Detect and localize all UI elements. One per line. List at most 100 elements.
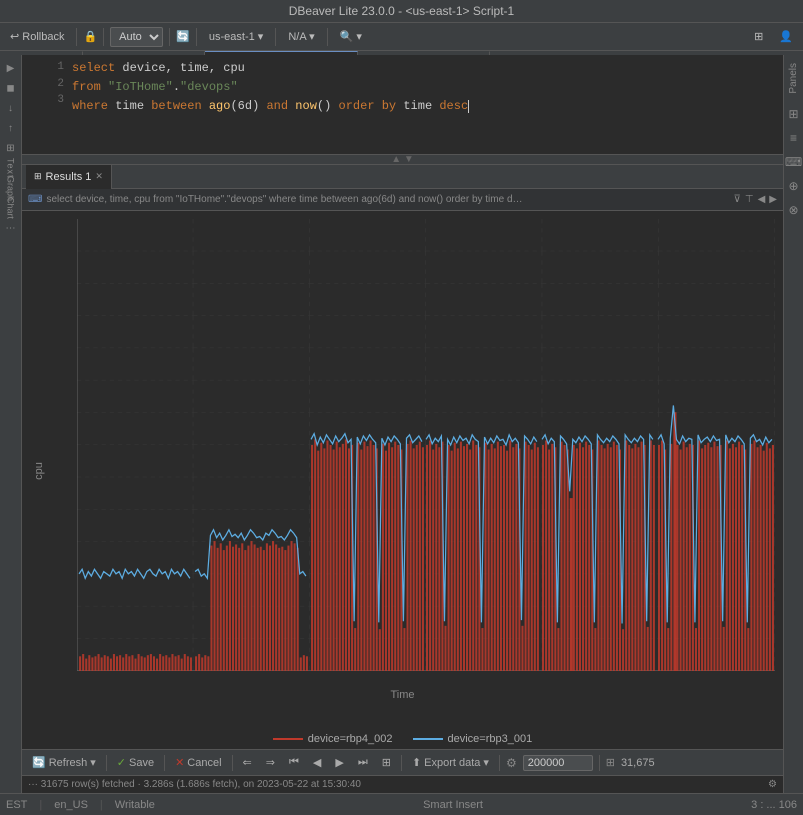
refresh-button[interactable]: 🔄 Refresh ▾: [28, 755, 100, 770]
sql-editor-pane: 123 select device, time, cpu from "IoTHo…: [22, 55, 783, 155]
panels-label[interactable]: Panels: [786, 59, 801, 98]
status-position: 3 : ... 106: [751, 799, 797, 811]
sidebar-grid-icon[interactable]: ⊞: [2, 139, 20, 157]
query-bar-text: select device, time, cpu from "IoTHome".…: [46, 194, 729, 205]
save-check-icon: ✓: [117, 756, 126, 769]
row-info-bar: ··· 31675 row(s) fetched · 3.286s (1.686…: [22, 775, 783, 793]
na-button[interactable]: N/A ▾: [282, 28, 320, 45]
collapse-icon: ▲ ▼: [391, 154, 414, 165]
right-sidebar-icon-4[interactable]: ⊕: [786, 178, 802, 194]
save-button[interactable]: ✓ Save: [113, 755, 158, 770]
grid-view-button[interactable]: ⊞: [748, 28, 769, 45]
titlebar: DBeaver Lite 23.0.0 - <us-east-1> Script…: [0, 0, 803, 23]
refresh-icon: 🔄: [176, 30, 190, 43]
sql-line-3: where time between ago(6d) and now() ord…: [72, 97, 779, 116]
legend-rbp3-label: device=rbp3_001: [448, 733, 533, 745]
sidebar-text-icon[interactable]: Text: [2, 159, 20, 177]
toolbar-separator-3: [169, 28, 170, 46]
region-button[interactable]: us-east-1 ▾: [203, 28, 269, 45]
toolbar-separator-4: [196, 28, 197, 46]
nav-first-button[interactable]: ⏮: [285, 755, 303, 770]
results-tab-close[interactable]: ✕: [95, 171, 103, 182]
filter-icon[interactable]: ⊽: [734, 194, 741, 205]
cancel-button[interactable]: ✕ Cancel: [171, 755, 225, 770]
status-mode: Writable: [115, 799, 155, 811]
toolbar-sep-4: [401, 755, 402, 771]
toolbar-sep-6: [599, 755, 600, 771]
sidebar-stop-icon[interactable]: ◼: [2, 79, 20, 97]
refresh-icon: 🔄: [32, 756, 46, 769]
chart-container: cpu Time 0 5 10 15 20: [22, 211, 783, 731]
right-sidebar-icon-3[interactable]: ⌨: [786, 154, 802, 170]
legend-rbp4-line: [273, 738, 303, 740]
limit-input[interactable]: [523, 755, 593, 771]
toolbar-sep-5: [499, 755, 500, 771]
line-numbers: 123: [22, 59, 68, 109]
title-text: DBeaver Lite 23.0.0 - <us-east-1> Script…: [289, 4, 514, 18]
search-icon: 🔍: [340, 31, 354, 43]
settings-icon[interactable]: ⚙: [506, 756, 517, 770]
lock-icon: 🔒: [83, 30, 97, 43]
rollback-icon: ↩: [10, 31, 19, 43]
status-insert-mode: Smart Insert: [423, 799, 483, 811]
nav-next-button[interactable]: ▶: [331, 755, 347, 770]
sidebar-more-icon[interactable]: ⋯: [2, 219, 20, 237]
sql-line-2: from "IoTHome"."devops": [72, 78, 779, 97]
sidebar-chart-icon[interactable]: Graph: [2, 179, 20, 197]
toolbar-separator-6: [327, 28, 328, 46]
nav-last-button[interactable]: ⏭: [354, 755, 372, 770]
results-tabs: ⊞ Results 1 ✕: [22, 165, 783, 189]
row-count: 31,675: [621, 757, 655, 769]
grid-toggle-button[interactable]: ⊞: [378, 755, 395, 770]
toolbar-sep-1: [106, 755, 107, 771]
query-bar-cursor-icon: ⌨: [28, 194, 42, 205]
filter-options-icon[interactable]: ⊤: [745, 194, 754, 205]
collapse-divider[interactable]: ▲ ▼: [22, 155, 783, 165]
sidebar-up-icon[interactable]: ↑: [2, 119, 20, 137]
row-count-icon: ⊞: [606, 756, 615, 769]
nav-move-right-button[interactable]: ⇒: [262, 755, 279, 770]
main-toolbar: ↩ Rollback 🔒 Auto 🔄 us-east-1 ▾ N/A ▾ 🔍 …: [0, 23, 803, 51]
chart-svg: 0 5 10 15 20 25 30 35 40 45 50 55 60 65 …: [77, 219, 775, 671]
right-sidebar-icon-5[interactable]: ⊗: [786, 202, 802, 218]
nav-left-icon[interactable]: ◀: [758, 194, 766, 205]
toolbar-separator: [76, 28, 77, 46]
right-sidebar-icon-2[interactable]: ≡: [786, 130, 802, 146]
legend-rbp3-line: [413, 738, 443, 740]
results-tab-1[interactable]: ⊞ Results 1 ✕: [26, 165, 112, 189]
auto-select[interactable]: Auto: [110, 27, 163, 47]
export-button[interactable]: ⬆ Export data ▾: [408, 755, 493, 770]
nav-prev-button[interactable]: ◀: [309, 755, 325, 770]
chart-legend: device=rbp4_002 device=rbp3_001: [22, 731, 783, 749]
sidebar-chart2-icon[interactable]: Chart: [2, 199, 20, 217]
nav-right-icon[interactable]: ▶: [769, 194, 777, 205]
results-pane: ⊞ Results 1 ✕ ⌨ select device, time, cpu…: [22, 165, 783, 793]
query-bar: ⌨ select device, time, cpu from "IoTHome…: [22, 189, 783, 211]
sql-editor-content[interactable]: 123 select device, time, cpu from "IoTHo…: [22, 55, 783, 154]
right-sidebar: Panels ⊞ ≡ ⌨ ⊕ ⊗: [783, 55, 803, 793]
right-sidebar-icon-1[interactable]: ⊞: [786, 106, 802, 122]
left-sidebar: ▶ ◼ ↓ ↑ ⊞ Text Graph Chart ⋯: [0, 55, 22, 793]
status-locale: en_US: [54, 799, 88, 811]
nav-move-left-button[interactable]: ⇐: [239, 755, 256, 770]
toolbar-sep-2: [164, 755, 165, 771]
search-button[interactable]: 🔍 ▾: [334, 28, 368, 45]
status-bar: EST | en_US | Writable Smart Insert 3 : …: [0, 793, 803, 815]
settings-icon-right[interactable]: ⚙: [768, 779, 777, 790]
bottom-toolbar: 🔄 Refresh ▾ ✓ Save ✕ Cancel ⇐ ⇒ ⏮ ◀: [22, 749, 783, 775]
sql-line-1: select device, time, cpu: [72, 59, 779, 78]
status-encoding: EST: [6, 799, 27, 811]
legend-rbp3: device=rbp3_001: [413, 733, 533, 745]
sidebar-run-icon[interactable]: ▶: [2, 59, 20, 77]
chart-area: cpu Time 0 5 10 15 20: [22, 211, 783, 793]
sidebar-down-icon[interactable]: ↓: [2, 99, 20, 117]
rollback-button[interactable]: ↩ Rollback: [4, 28, 70, 45]
toolbar-sep-3: [232, 755, 233, 771]
main-content: 123 select device, time, cpu from "IoTHo…: [22, 55, 783, 793]
user-button[interactable]: 👤: [773, 28, 799, 45]
legend-rbp4-label: device=rbp4_002: [308, 733, 393, 745]
toolbar-separator-2: [103, 28, 104, 46]
toolbar-separator-5: [275, 28, 276, 46]
cancel-icon: ✕: [175, 756, 184, 769]
row-info-text: ··· 31675 row(s) fetched · 3.286s (1.686…: [28, 779, 361, 790]
